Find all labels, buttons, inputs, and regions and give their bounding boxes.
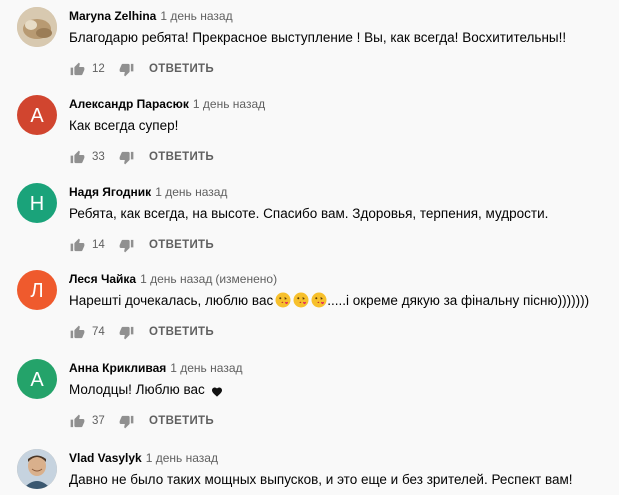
thumb-down-icon <box>119 415 133 428</box>
reply-button[interactable]: ОТВЕТИТЬ <box>149 326 214 338</box>
thumb-down-icon <box>119 151 133 164</box>
kissing-face-emoji-icon <box>293 292 309 313</box>
avatar-letter: Н <box>29 192 45 215</box>
author-name[interactable]: Vlad Vasylyk <box>69 451 142 465</box>
comment-text: Давно не было таких мощных выпусков, и э… <box>69 472 573 487</box>
comment-text: Нарешті дочекалась, люблю вас .....і окре… <box>69 292 589 313</box>
like-button[interactable] <box>69 149 85 165</box>
thumb-down-icon <box>119 63 133 76</box>
avatar[interactable]: Н <box>17 183 57 223</box>
thumb-down-icon <box>119 326 133 339</box>
comment-time[interactable]: 1 день назад <box>170 361 242 375</box>
black-heart-icon <box>211 384 223 402</box>
like-button[interactable] <box>69 61 85 77</box>
comment-header: Александр Парасюк 1 день назад <box>69 96 265 112</box>
comment-text: Как всегда супер! <box>69 118 179 133</box>
reply-button[interactable]: ОТВЕТИТЬ <box>149 63 214 75</box>
avatar-letter: А <box>30 368 44 391</box>
comment-header: Анна Крикливая 1 день назад <box>69 360 243 376</box>
like-count: 33 <box>92 151 105 163</box>
author-name[interactable]: Анна Крикливая <box>69 361 166 375</box>
thumb-up-icon <box>70 150 84 163</box>
comment-header: Леся Чайка 1 день назад (изменено) <box>69 271 277 287</box>
like-count: 37 <box>92 415 105 427</box>
comment-text-part: .....і окреме дякую за фінальну пісню)))… <box>327 293 590 308</box>
dislike-button[interactable] <box>118 61 134 77</box>
profile-photo-icon <box>17 449 57 489</box>
comment-text: Благодарю ребята! Прекрасное выступление… <box>69 30 567 45</box>
author-name[interactable]: Надя Ягодник <box>69 185 151 199</box>
avatar-letter: А <box>30 104 44 127</box>
thumb-up-icon <box>70 62 84 75</box>
like-count: 74 <box>92 326 105 338</box>
thumb-up-icon <box>70 238 84 251</box>
comment-toolbar: 37 ОТВЕТИТЬ <box>69 411 214 431</box>
avatar[interactable]: Л <box>17 270 57 310</box>
thumb-up-icon <box>70 414 84 427</box>
comment-time[interactable]: 1 день назад <box>193 97 265 111</box>
comment-header: Maryna Zelhina 1 день назад <box>69 8 233 24</box>
dislike-button[interactable] <box>118 237 134 253</box>
kissing-face-emoji-icon <box>311 292 327 313</box>
comment-toolbar: 12 ОТВЕТИТЬ <box>69 59 214 79</box>
avatar[interactable]: А <box>17 95 57 135</box>
comment-header: Надя Ягодник 1 день назад <box>69 184 227 200</box>
comment-toolbar: 14 ОТВЕТИТЬ <box>69 235 214 255</box>
kissing-face-emoji-icon <box>275 292 291 313</box>
avatar[interactable] <box>17 449 57 489</box>
avatar[interactable]: А <box>17 359 57 399</box>
like-button[interactable] <box>69 237 85 253</box>
comment-time[interactable]: 1 день назад <box>140 272 212 286</box>
dislike-button[interactable] <box>118 413 134 429</box>
reply-button[interactable]: ОТВЕТИТЬ <box>149 239 214 251</box>
comment-text: Молодцы! Люблю вас <box>69 381 223 402</box>
like-button[interactable] <box>69 324 85 340</box>
comment-header: Vlad Vasylyk 1 день назад <box>69 450 218 466</box>
comment-text-part: Нарешті дочекалась, люблю вас <box>69 293 274 308</box>
edited-label: (изменено) <box>215 272 278 286</box>
comment-time[interactable]: 1 день назад <box>155 185 227 199</box>
dislike-button[interactable] <box>118 149 134 165</box>
author-name[interactable]: Maryna Zelhina <box>69 9 156 23</box>
author-name[interactable]: Александр Парасюк <box>69 97 189 111</box>
dislike-button[interactable] <box>118 324 134 340</box>
profile-photo-icon <box>17 7 57 47</box>
comment-text: Ребята, как всегда, на высоте. Спасибо в… <box>69 206 549 221</box>
author-name[interactable]: Леся Чайка <box>69 272 136 286</box>
thumb-up-icon <box>70 325 84 338</box>
like-count: 12 <box>92 63 105 75</box>
reply-button[interactable]: ОТВЕТИТЬ <box>149 415 214 427</box>
comment-text-part: Молодцы! Люблю вас <box>69 382 205 397</box>
comment-toolbar: 33 ОТВЕТИТЬ <box>69 147 214 167</box>
comment-time[interactable]: 1 день назад <box>160 9 232 23</box>
thumb-down-icon <box>119 239 133 252</box>
like-count: 14 <box>92 239 105 251</box>
reply-button[interactable]: ОТВЕТИТЬ <box>149 151 214 163</box>
avatar-letter: Л <box>30 279 44 302</box>
comment-time[interactable]: 1 день назад <box>146 451 218 465</box>
comment-toolbar: 74 ОТВЕТИТЬ <box>69 322 214 342</box>
like-button[interactable] <box>69 413 85 429</box>
avatar[interactable] <box>17 7 57 47</box>
